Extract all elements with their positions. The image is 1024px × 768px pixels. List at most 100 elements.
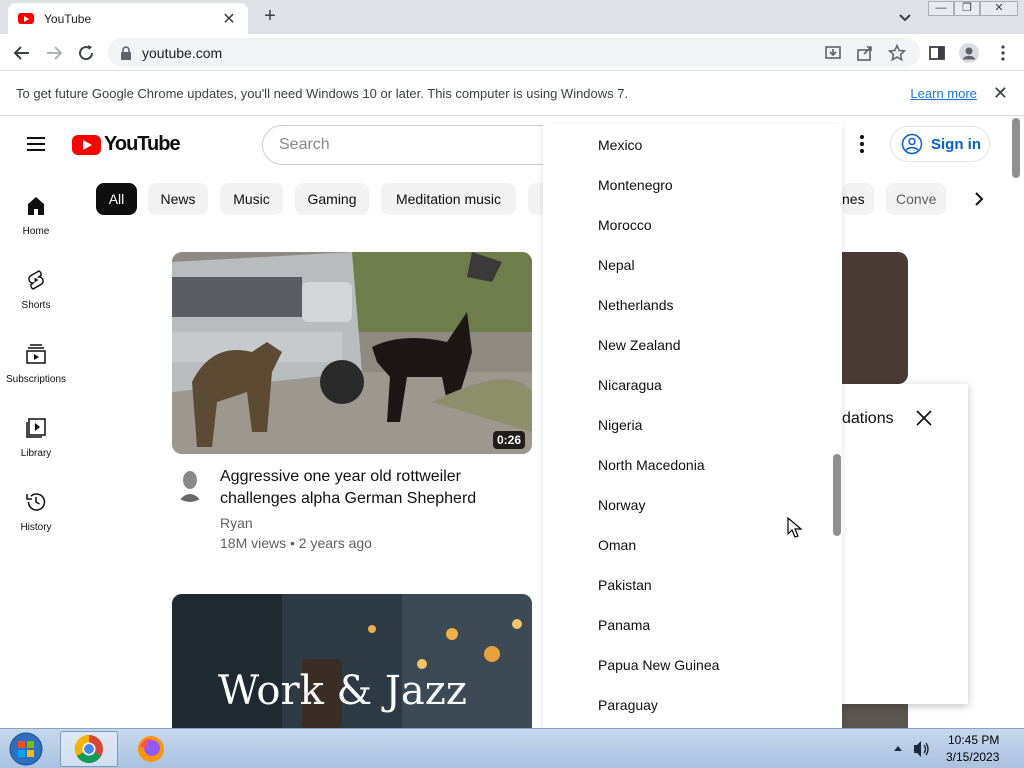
chrome-update-infobar: To get future Google Chrome updates, you… xyxy=(0,72,1024,116)
country-option[interactable]: Nicaragua xyxy=(598,377,662,393)
video-thumbnail[interactable] xyxy=(172,252,532,454)
dropdown-scrollbar-thumb[interactable] xyxy=(833,454,841,536)
sidebar-item-label: Home xyxy=(22,226,50,237)
sidebar-item-subscriptions[interactable]: Subscriptions xyxy=(0,332,72,394)
back-button[interactable] xyxy=(10,41,34,65)
arrow-left-icon xyxy=(13,46,29,60)
install-app-icon[interactable] xyxy=(824,44,842,62)
window-minimize-button[interactable]: — xyxy=(928,1,954,16)
country-option[interactable]: Mexico xyxy=(598,137,642,153)
sidebar-item-label: Library xyxy=(20,448,52,459)
window-close-button[interactable]: ✕ xyxy=(980,1,1018,16)
bookmark-star-icon[interactable] xyxy=(888,44,906,62)
chip-partial-conversation[interactable]: Conve xyxy=(886,183,946,215)
mouse-pointer-icon xyxy=(787,517,803,538)
video-thumbnail[interactable]: Work & Jazz xyxy=(172,594,532,728)
country-option[interactable]: Netherlands xyxy=(598,297,674,313)
popup-title-partial: dations xyxy=(842,410,894,427)
sidebar-item-shorts[interactable]: Shorts xyxy=(0,258,72,320)
reload-icon xyxy=(79,45,94,61)
chrome-menu-icon[interactable] xyxy=(994,44,1012,62)
new-tab-button[interactable]: + xyxy=(258,5,282,28)
channel-avatar[interactable] xyxy=(172,466,208,502)
country-option[interactable]: Oman xyxy=(598,537,636,553)
infobar-close-button[interactable]: ✕ xyxy=(993,83,1008,104)
learn-more-link[interactable]: Learn more xyxy=(910,86,976,101)
country-option[interactable]: Paraguay xyxy=(598,697,658,713)
browser-tab-strip: YouTube ✕ + — ❐ ✕ xyxy=(0,0,1024,34)
country-option[interactable]: New Zealand xyxy=(598,337,681,353)
video-duration-badge: 0:26 xyxy=(493,431,526,449)
taskbar-firefox-button[interactable] xyxy=(122,731,180,767)
forward-button[interactable] xyxy=(42,41,66,65)
sidebar-item-label: Shorts xyxy=(21,300,51,311)
page-scrollbar-thumb[interactable] xyxy=(1012,118,1020,178)
sidebar-item-library[interactable]: Library xyxy=(0,406,72,468)
taskbar-chrome-button[interactable] xyxy=(60,731,118,767)
country-option[interactable]: Papua New Guinea xyxy=(598,657,719,673)
profile-avatar-icon[interactable] xyxy=(958,42,980,64)
country-option[interactable]: North Macedonia xyxy=(598,457,705,473)
recommendations-popup: dations xyxy=(842,384,968,704)
video-meta: 18M views • 2 years ago xyxy=(220,535,372,551)
tray-expand-icon xyxy=(894,746,902,751)
channel-avatar-image xyxy=(172,466,208,502)
country-option[interactable]: Norway xyxy=(598,497,645,513)
country-option[interactable]: Panama xyxy=(598,617,650,633)
country-option[interactable]: Nigeria xyxy=(598,417,642,433)
taskbar-clock-time[interactable]: 10:45 PM xyxy=(948,733,999,747)
sidebar-item-label: Subscriptions xyxy=(5,374,67,385)
tab-title: YouTube xyxy=(44,11,92,26)
share-icon[interactable] xyxy=(856,44,874,62)
search-input[interactable]: Search xyxy=(262,125,562,165)
sign-in-label: Sign in xyxy=(931,135,981,153)
window-restore-button[interactable]: ❐ xyxy=(954,1,980,16)
video-title[interactable]: Aggressive one year old rottweiler chall… xyxy=(220,466,532,510)
chevron-right-icon[interactable] xyxy=(968,188,990,210)
channel-name[interactable]: Ryan xyxy=(220,515,253,531)
browser-toolbar: youtube.com xyxy=(0,34,1024,71)
reload-button[interactable] xyxy=(74,41,98,65)
taskbar-clock-date[interactable]: 3/15/2023 xyxy=(946,750,999,764)
volume-icon xyxy=(914,741,921,757)
tab-close-button[interactable]: ✕ xyxy=(220,9,238,29)
youtube-logo-icon xyxy=(72,134,101,155)
youtube-logo-text: YouTube xyxy=(104,133,181,155)
chip-music[interactable]: Music xyxy=(220,183,283,215)
settings-more-icon[interactable] xyxy=(850,132,874,156)
country-option[interactable]: Pakistan xyxy=(598,577,652,593)
side-panel-icon[interactable] xyxy=(928,44,946,62)
video-thumbnail-partial[interactable] xyxy=(842,704,908,728)
address-bar[interactable]: youtube.com xyxy=(108,38,920,67)
windows-taskbar xyxy=(0,728,1024,768)
chip-all[interactable]: All xyxy=(96,183,137,215)
library-icon xyxy=(26,418,46,438)
close-icon[interactable] xyxy=(914,408,934,428)
shorts-icon xyxy=(28,270,44,290)
chip-gaming[interactable]: Gaming xyxy=(295,183,369,215)
chip-partial-games[interactable]: nes xyxy=(842,183,874,215)
windows-start-icon[interactable] xyxy=(6,731,46,767)
home-icon xyxy=(28,197,44,215)
country-option[interactable]: Morocco xyxy=(598,217,652,233)
video-thumbnail-partial[interactable] xyxy=(842,252,908,384)
tab-search-chevron-down-icon[interactable] xyxy=(896,8,914,26)
chrome-icon xyxy=(75,735,103,763)
country-option[interactable]: Nepal xyxy=(598,257,635,273)
account-circle-icon xyxy=(901,133,923,155)
arrow-right-icon xyxy=(47,46,63,60)
youtube-header: YouTube Search Sign in xyxy=(0,116,1024,172)
chip-meditation-music[interactable]: Meditation music xyxy=(381,183,516,215)
sidebar-item-history[interactable]: History xyxy=(0,480,72,542)
hamburger-menu-icon[interactable] xyxy=(24,132,48,156)
country-option[interactable]: Montenegro xyxy=(598,177,673,193)
firefox-icon xyxy=(138,736,164,762)
sidebar-item-home[interactable]: Home xyxy=(0,184,72,246)
chip-news[interactable]: News xyxy=(148,183,208,215)
thumbnail-text: Work & Jazz xyxy=(218,668,467,714)
sign-in-button[interactable]: Sign in xyxy=(890,126,990,162)
thumbnail-dogs-truck-image xyxy=(172,252,532,454)
youtube-logo[interactable]: YouTube xyxy=(72,133,181,156)
browser-tab-youtube[interactable]: YouTube ✕ xyxy=(8,3,248,34)
subscriptions-icon xyxy=(26,344,46,364)
